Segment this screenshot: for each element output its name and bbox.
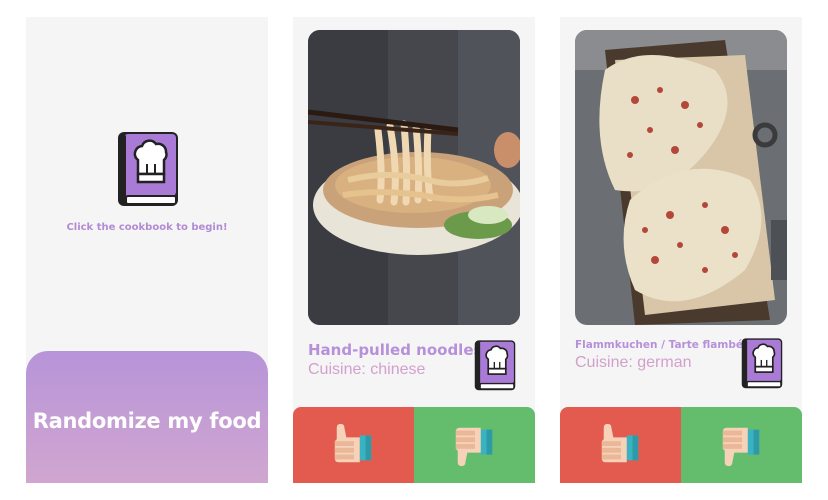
dish-title: Hand-pulled noodles bbox=[308, 341, 483, 359]
cookbook-icon[interactable] bbox=[739, 337, 785, 391]
start-screen: Click the cookbook to begin! Randomize m… bbox=[26, 17, 268, 483]
like-button[interactable] bbox=[414, 407, 535, 483]
start-hint: Click the cookbook to begin! bbox=[66, 222, 228, 233]
randomize-button[interactable]: Randomize my food bbox=[26, 351, 268, 483]
randomize-button-label: Randomize my food bbox=[32, 409, 262, 433]
flatbread-photo bbox=[575, 30, 787, 325]
dislike-button[interactable] bbox=[293, 407, 414, 483]
thumbs-up-icon bbox=[452, 422, 498, 473]
like-button[interactable] bbox=[681, 407, 802, 483]
noodles-photo bbox=[308, 30, 520, 325]
dislike-button[interactable] bbox=[560, 407, 681, 483]
thumbs-down-icon bbox=[598, 422, 644, 473]
recipe-card-screen: Hand-pulled noodles Cuisine: chinese bbox=[293, 17, 535, 483]
thumbs-up-icon bbox=[719, 422, 765, 473]
dish-cuisine: Cuisine: chinese bbox=[308, 361, 426, 378]
thumbs-down-icon bbox=[331, 422, 377, 473]
cookbook-icon[interactable] bbox=[114, 130, 182, 210]
recipe-card-screen: Flammkuchen / Tarte flambée Cuisine: ger… bbox=[560, 17, 802, 483]
cookbook-icon[interactable] bbox=[472, 339, 518, 393]
dish-title: Flammkuchen / Tarte flambée bbox=[575, 339, 751, 351]
dish-cuisine: Cuisine: german bbox=[575, 354, 692, 371]
